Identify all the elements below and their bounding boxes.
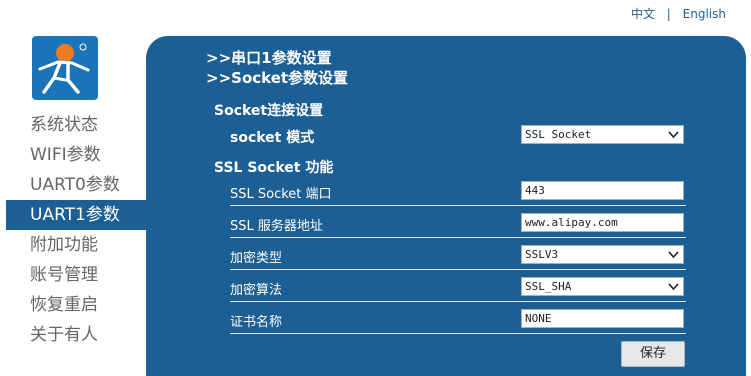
- certificate-input[interactable]: NONE: [521, 309, 684, 328]
- ssl-server-row: SSL 服务器地址 www.alipay.com: [214, 210, 686, 238]
- company-logo: [32, 36, 98, 100]
- certificate-row: 证书名称 NONE: [214, 306, 686, 334]
- encryption-type-row: 加密类型 SSLV3: [214, 242, 686, 270]
- socket-mode-label: socket 模式: [230, 130, 315, 146]
- ssl-port-input[interactable]: 443: [521, 181, 684, 200]
- running-person-logo-icon: [38, 43, 90, 94]
- socket-section-title: Socket连接设置: [214, 103, 324, 119]
- lang-chinese-link[interactable]: 中文: [631, 7, 655, 21]
- row-divider: [230, 333, 686, 334]
- nav-item-system-status[interactable]: 系统状态: [0, 110, 146, 140]
- nav-item-account[interactable]: 账号管理: [0, 260, 146, 290]
- row-divider: [230, 205, 686, 206]
- encryption-type-label: 加密类型: [230, 251, 283, 266]
- socket-mode-select[interactable]: SSL Socket: [521, 125, 684, 144]
- nav-item-extra-functions[interactable]: 附加功能: [0, 230, 146, 260]
- settings-panel: >>串口1参数设置 >>Socket参数设置 Socket连接设置 socket…: [146, 36, 746, 376]
- socket-mode-row: socket 模式 SSL Socket: [214, 122, 686, 150]
- breadcrumb: >>串口1参数设置 >>Socket参数设置: [206, 48, 348, 88]
- nav-item-uart0[interactable]: UART0参数: [0, 170, 146, 200]
- lang-separator: |: [666, 7, 671, 21]
- save-button[interactable]: 保存: [621, 341, 685, 367]
- chevron-down-icon: [668, 131, 679, 139]
- row-divider: [230, 301, 686, 302]
- nav-item-restore-restart[interactable]: 恢复重启: [0, 290, 146, 320]
- ssl-section-title: SSL Socket 功能: [214, 160, 334, 176]
- row-divider: [230, 269, 686, 270]
- socket-mode-value: SSL Socket: [525, 128, 592, 141]
- encryption-type-select[interactable]: SSLV3: [521, 245, 684, 264]
- ssl-port-label: SSL Socket 端口: [230, 187, 332, 202]
- nav-item-wifi[interactable]: WIFI参数: [0, 140, 146, 170]
- encryption-algorithm-label: 加密算法: [230, 283, 283, 298]
- breadcrumb-uart1[interactable]: >>串口1参数设置: [206, 48, 348, 68]
- row-divider: [230, 237, 686, 238]
- lang-english-link[interactable]: English: [683, 7, 726, 21]
- encryption-algorithm-value: SSL_SHA: [525, 280, 572, 293]
- language-switch: 中文 | English: [631, 5, 726, 22]
- sidebar-nav: 系统状态 WIFI参数 UART0参数 UART1参数 附加功能 账号管理 恢复…: [0, 110, 146, 350]
- encryption-algorithm-row: 加密算法 SSL_SHA: [214, 274, 686, 302]
- encryption-algorithm-select[interactable]: SSL_SHA: [521, 277, 684, 296]
- ssl-server-label: SSL 服务器地址: [230, 219, 323, 234]
- nav-item-about[interactable]: 关于有人: [0, 320, 146, 350]
- certificate-label: 证书名称: [230, 315, 283, 330]
- chevron-down-icon: [668, 283, 679, 291]
- encryption-type-value: SSLV3: [525, 248, 559, 261]
- ssl-server-input[interactable]: www.alipay.com: [521, 213, 684, 232]
- nav-item-uart1[interactable]: UART1参数: [6, 200, 146, 230]
- ssl-port-row: SSL Socket 端口 443: [214, 178, 686, 206]
- breadcrumb-socket[interactable]: >>Socket参数设置: [206, 68, 348, 88]
- chevron-down-icon: [668, 251, 679, 259]
